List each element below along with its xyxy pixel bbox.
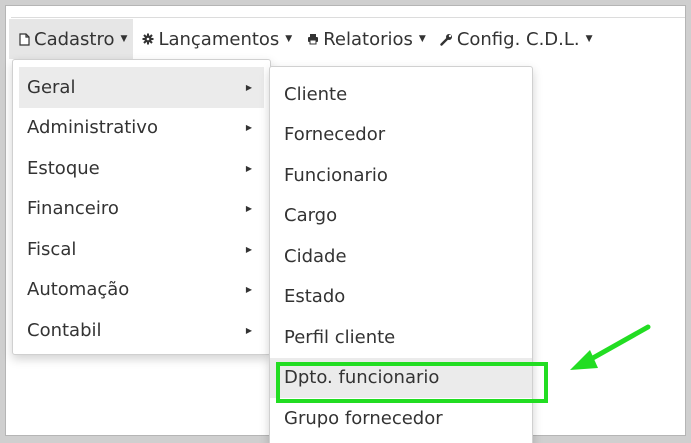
menu-item-label: Geral <box>27 76 76 98</box>
submenu-item-cargo[interactable]: Cargo <box>270 196 532 237</box>
menu-item-contabil[interactable]: Contabil ▶ <box>19 310 264 351</box>
menu-item-financeiro[interactable]: Financeiro ▶ <box>19 189 264 230</box>
chevron-right-icon: ▶ <box>245 204 252 214</box>
submenu-item-label: Fornecedor <box>284 124 386 146</box>
chevron-down-icon: ▼ <box>120 34 128 44</box>
wrench-icon <box>440 32 454 46</box>
document-icon <box>17 32 31 46</box>
gear-icon <box>141 32 155 46</box>
submenu-item-perfil-cliente[interactable]: Perfil cliente <box>270 317 532 358</box>
menu-item-label: Contabil <box>27 319 102 341</box>
chevron-right-icon: ▶ <box>245 244 252 254</box>
submenu-item-label: Estado <box>284 286 346 308</box>
nav-config-cdl-label: Config. C.D.L. <box>456 28 580 50</box>
menu-item-label: Estoque <box>27 157 100 179</box>
top-divider <box>11 17 685 18</box>
menu-item-label: Administrativo <box>27 117 158 139</box>
submenu-item-estado[interactable]: Estado <box>270 277 532 318</box>
nav-config-cdl[interactable]: Config. C.D.L. ▼ <box>432 19 599 59</box>
menu-item-fiscal[interactable]: Fiscal ▶ <box>19 229 264 270</box>
submenu-item-label: Cidade <box>284 245 347 267</box>
nav-relatorios-label: Relatorios <box>323 28 413 50</box>
submenu-item-label: Dpto. funcionario <box>284 367 440 389</box>
submenu-item-label: Grupo fornecedor <box>284 407 443 429</box>
chevron-right-icon: ▶ <box>245 163 252 173</box>
cadastro-dropdown-menu: Geral ▶ Administrativo ▶ Estoque ▶ Finan… <box>12 59 271 355</box>
geral-submenu: Cliente Fornecedor Funcionario Cargo Cid… <box>269 66 533 443</box>
submenu-item-label: Cliente <box>284 83 348 105</box>
submenu-item-label: Cargo <box>284 205 338 227</box>
chevron-right-icon: ▶ <box>245 285 252 295</box>
chevron-down-icon: ▼ <box>585 34 593 44</box>
menu-item-label: Automação <box>27 279 130 301</box>
chevron-down-icon: ▼ <box>418 34 426 44</box>
menu-item-estoque[interactable]: Estoque ▶ <box>19 148 264 189</box>
submenu-item-funcionario[interactable]: Funcionario <box>270 155 532 196</box>
printer-icon <box>306 32 320 46</box>
submenu-item-grupo-fornecedor[interactable]: Grupo fornecedor <box>270 398 532 439</box>
nav-cadastro-label: Cadastro <box>34 28 115 50</box>
chevron-right-icon: ▶ <box>245 325 252 335</box>
nav-relatorios[interactable]: Relatorios ▼ <box>298 19 432 59</box>
main-navbar: Cadastro ▼ Lançamentos ▼ Relatorios ▼ Co… <box>9 19 691 59</box>
submenu-item-cidade[interactable]: Cidade <box>270 236 532 277</box>
chevron-down-icon: ▼ <box>285 34 293 44</box>
submenu-item-fornecedor[interactable]: Fornecedor <box>270 115 532 156</box>
submenu-item-cliente[interactable]: Cliente <box>270 74 532 115</box>
chevron-right-icon: ▶ <box>245 123 252 133</box>
nav-lancamentos[interactable]: Lançamentos ▼ <box>133 19 298 59</box>
menu-item-administrativo[interactable]: Administrativo ▶ <box>19 108 264 149</box>
pointer-arrow-icon <box>570 324 651 370</box>
menu-item-label: Financeiro <box>27 198 119 220</box>
submenu-item-dpto-funcionario[interactable]: Dpto. funcionario <box>270 357 532 398</box>
submenu-item-label: Perfil cliente <box>284 326 396 348</box>
menu-item-geral[interactable]: Geral ▶ <box>19 67 264 108</box>
menu-item-label: Fiscal <box>27 238 77 260</box>
chevron-right-icon: ▶ <box>245 82 252 92</box>
nav-lancamentos-label: Lançamentos <box>158 28 280 50</box>
nav-cadastro[interactable]: Cadastro ▼ <box>9 19 134 59</box>
menu-item-automacao[interactable]: Automação ▶ <box>19 270 264 311</box>
submenu-item-label: Funcionario <box>284 164 388 186</box>
